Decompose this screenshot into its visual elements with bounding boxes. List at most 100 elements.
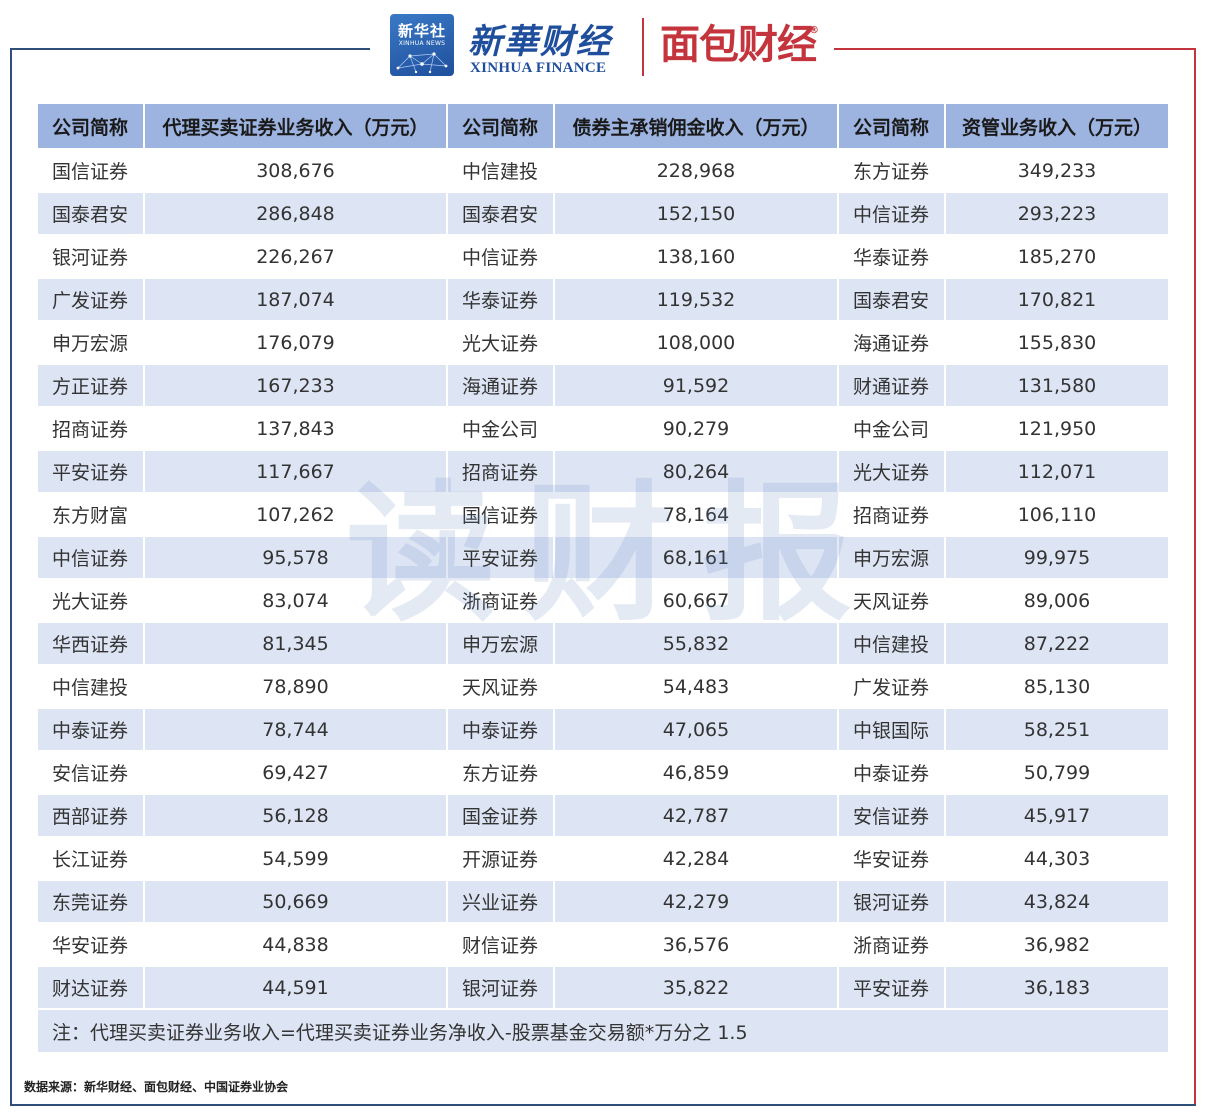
- table-note: 注：代理买卖证券业务收入=代理买卖证券业务净收入-股票基金交易额*万分之 1.5: [38, 1008, 1168, 1052]
- company-name-cell: 国泰君安: [38, 191, 145, 235]
- table-row: 申万宏源 176,079 光大证券 108,000 海通证券 155,830: [38, 320, 1168, 365]
- xinhua-news-logo: 新华社 XINHUA NEWS: [390, 14, 454, 76]
- company-name-cell: 光大证券: [838, 449, 946, 493]
- company-name-cell: 东方证券: [838, 148, 946, 193]
- revenue-value-cell: 58,251: [945, 707, 1168, 751]
- company-name-cell: 浙商证券: [447, 578, 555, 623]
- company-name-cell: 财信证券: [447, 922, 555, 967]
- table-row: 招商证券 137,843 中金公司 90,279 中金公司 121,950: [38, 406, 1168, 451]
- revenue-value-cell: 226,267: [144, 234, 448, 279]
- company-name-cell: 申万宏源: [38, 320, 145, 365]
- company-name-cell: 海通证券: [838, 320, 946, 365]
- company-name-cell: 华安证券: [838, 836, 946, 881]
- logo-divider: [642, 18, 644, 76]
- revenue-value-cell: 170,821: [945, 277, 1168, 321]
- company-name-cell: 国金证券: [447, 793, 555, 837]
- company-name-cell: 中信建投: [838, 621, 946, 665]
- table-row: 长江证券 54,599 开源证券 42,284 华安证券 44,303: [38, 836, 1168, 881]
- company-name-cell: 中金公司: [838, 406, 946, 451]
- company-name-cell: 国泰君安: [447, 191, 555, 235]
- company-name-cell: 银河证券: [838, 879, 946, 923]
- revenue-value-cell: 228,968: [554, 148, 839, 193]
- company-name-cell: 中信建投: [447, 148, 555, 193]
- revenue-value-cell: 80,264: [554, 449, 839, 493]
- revenue-value-cell: 89,006: [945, 578, 1168, 623]
- table-row: 国信证券 308,676 中信建投 228,968 东方证券 349,233: [38, 148, 1168, 193]
- revenue-value-cell: 131,580: [945, 363, 1168, 407]
- revenue-value-cell: 137,843: [144, 406, 448, 451]
- company-name-cell: 中银国际: [838, 707, 946, 751]
- revenue-value-cell: 107,262: [144, 492, 448, 537]
- table-row: 方正证券 167,233 海通证券 91,592 财通证券 131,580: [38, 363, 1168, 407]
- xinhua-finance-logo-cn: 新華财经: [468, 22, 612, 62]
- table-row: 国泰君安 286,848 国泰君安 152,150 中信证券 293,223: [38, 191, 1168, 235]
- revenue-value-cell: 44,838: [144, 922, 448, 967]
- company-name-cell: 天风证券: [447, 664, 555, 709]
- table-row: 中泰证券 78,744 中泰证券 47,065 中银国际 58,251: [38, 707, 1168, 751]
- xinhua-badge-cn: 新华社: [397, 22, 446, 40]
- frame-line-right: [1194, 48, 1196, 1106]
- company-name-cell: 兴业证券: [447, 879, 555, 923]
- table-row: 银河证券 226,267 中信证券 138,160 华泰证券 185,270: [38, 234, 1168, 279]
- revenue-value-cell: 99,975: [945, 535, 1168, 579]
- column-header-company: 公司简称: [838, 104, 946, 149]
- revenue-value-cell: 308,676: [144, 148, 448, 193]
- company-name-cell: 浙商证券: [838, 922, 946, 967]
- company-name-cell: 中金公司: [447, 406, 555, 451]
- company-name-cell: 平安证券: [838, 965, 946, 1009]
- company-name-cell: 招商证券: [38, 406, 145, 451]
- revenue-value-cell: 54,599: [144, 836, 448, 881]
- revenue-value-cell: 155,830: [945, 320, 1168, 365]
- revenue-value-cell: 36,982: [945, 922, 1168, 967]
- company-name-cell: 华安证券: [38, 922, 145, 967]
- revenue-value-cell: 45,917: [945, 793, 1168, 837]
- company-name-cell: 国信证券: [447, 492, 555, 537]
- table-row: 财达证券 44,591 银河证券 35,822 平安证券 36,183: [38, 965, 1168, 1009]
- table-row: 华安证券 44,838 财信证券 36,576 浙商证券 36,982: [38, 922, 1168, 967]
- revenue-value-cell: 87,222: [945, 621, 1168, 665]
- revenue-value-cell: 121,950: [945, 406, 1168, 451]
- company-name-cell: 申万宏源: [447, 621, 555, 665]
- company-name-cell: 中信证券: [447, 234, 555, 279]
- revenue-value-cell: 56,128: [144, 793, 448, 837]
- table-row: 东莞证券 50,669 兴业证券 42,279 银河证券 43,824: [38, 879, 1168, 923]
- revenue-value-cell: 55,832: [554, 621, 839, 665]
- company-name-cell: 国泰君安: [838, 277, 946, 321]
- column-header-value: 代理买卖证券业务收入（万元）: [144, 104, 448, 149]
- revenue-value-cell: 81,345: [144, 621, 448, 665]
- company-name-cell: 海通证券: [447, 363, 555, 407]
- table-row: 中信证券 95,578 平安证券 68,161 申万宏源 99,975: [38, 535, 1168, 579]
- revenue-value-cell: 119,532: [554, 277, 839, 321]
- revenue-value-cell: 286,848: [144, 191, 448, 235]
- table-header-row: 公司简称 代理买卖证券业务收入（万元） 公司简称 债券主承销佣金收入（万元） 公司简称资…: [38, 104, 1168, 149]
- revenue-value-cell: 50,799: [945, 750, 1168, 795]
- network-icon: [396, 52, 448, 74]
- company-name-cell: 方正证券: [38, 363, 145, 407]
- company-name-cell: 华西证券: [38, 621, 145, 665]
- company-name-cell: 安信证券: [38, 750, 145, 795]
- table-row: 中信建投 78,890 天风证券 54,483 广发证券 85,130: [38, 664, 1168, 709]
- revenue-value-cell: 43,824: [945, 879, 1168, 923]
- company-name-cell: 开源证券: [447, 836, 555, 881]
- xinhua-finance-logo: 新華财经 XINHUA FINANCE: [462, 10, 622, 80]
- company-name-cell: 平安证券: [447, 535, 555, 579]
- company-name-cell: 东方证券: [447, 750, 555, 795]
- frame-line-top-left: [10, 48, 370, 50]
- company-name-cell: 招商证券: [447, 449, 555, 493]
- company-name-cell: 平安证券: [38, 449, 145, 493]
- company-name-cell: 华泰证券: [447, 277, 555, 321]
- mianbao-logo-text: 面包财经: [660, 22, 817, 68]
- table-row: 广发证券 187,074 华泰证券 119,532 国泰君安 170,821: [38, 277, 1168, 321]
- company-name-cell: 东莞证券: [38, 879, 145, 923]
- company-name-cell: 中泰证券: [838, 750, 946, 795]
- table-row: 华西证券 81,345 申万宏源 55,832 中信建投 87,222: [38, 621, 1168, 665]
- frame-line-bottom: [10, 1104, 1196, 1106]
- revenue-value-cell: 91,592: [554, 363, 839, 407]
- company-name-cell: 申万宏源: [838, 535, 946, 579]
- company-name-cell: 银河证券: [38, 234, 145, 279]
- revenue-value-cell: 78,890: [144, 664, 448, 709]
- company-name-cell: 长江证券: [38, 836, 145, 881]
- revenue-value-cell: 78,744: [144, 707, 448, 751]
- revenue-value-cell: 167,233: [144, 363, 448, 407]
- table-row: 光大证券 83,074 浙商证券 60,667 天风证券 89,006: [38, 578, 1168, 623]
